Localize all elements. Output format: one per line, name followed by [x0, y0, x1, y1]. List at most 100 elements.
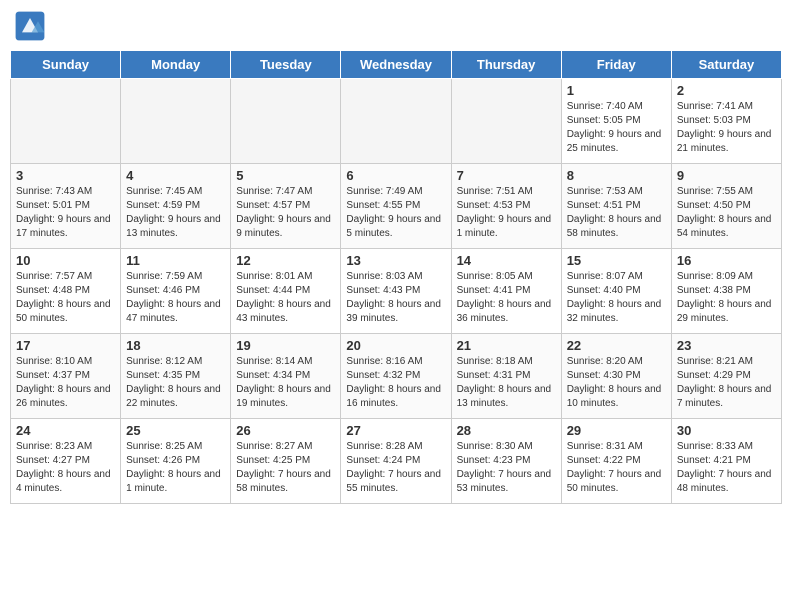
- calendar-cell: 8 Sunrise: 7:53 AM Sunset: 4:51 PM Daylig…: [561, 164, 671, 249]
- day-info: Sunrise: 7:45 AM Sunset: 4:59 PM Dayligh…: [126, 185, 225, 241]
- day-info: Sunrise: 7:41 AM Sunset: 5:03 PM Dayligh…: [677, 100, 776, 156]
- day-number: 27: [346, 423, 445, 438]
- day-info: Sunrise: 7:53 AM Sunset: 4:51 PM Dayligh…: [567, 185, 666, 241]
- day-number: 17: [16, 338, 115, 353]
- day-info: Sunrise: 8:01 AM Sunset: 4:44 PM Dayligh…: [236, 270, 335, 326]
- calendar-cell: 2 Sunrise: 7:41 AM Sunset: 5:03 PM Daylig…: [671, 79, 781, 164]
- day-number: 12: [236, 253, 335, 268]
- day-info: Sunrise: 8:09 AM Sunset: 4:38 PM Dayligh…: [677, 270, 776, 326]
- day-number: 15: [567, 253, 666, 268]
- day-number: 3: [16, 168, 115, 183]
- day-info: Sunrise: 7:47 AM Sunset: 4:57 PM Dayligh…: [236, 185, 335, 241]
- day-info: Sunrise: 8:31 AM Sunset: 4:22 PM Dayligh…: [567, 440, 666, 496]
- calendar-cell: 22 Sunrise: 8:20 AM Sunset: 4:30 PM Dayli…: [561, 334, 671, 419]
- logo: [14, 10, 50, 42]
- day-number: 18: [126, 338, 225, 353]
- day-number: 7: [457, 168, 556, 183]
- day-info: Sunrise: 7:40 AM Sunset: 5:05 PM Dayligh…: [567, 100, 666, 156]
- day-info: Sunrise: 7:57 AM Sunset: 4:48 PM Dayligh…: [16, 270, 115, 326]
- day-info: Sunrise: 8:05 AM Sunset: 4:41 PM Dayligh…: [457, 270, 556, 326]
- day-number: 10: [16, 253, 115, 268]
- calendar-cell: 24 Sunrise: 8:23 AM Sunset: 4:27 PM Dayli…: [11, 419, 121, 504]
- day-number: 6: [346, 168, 445, 183]
- week-row-1: 1 Sunrise: 7:40 AM Sunset: 5:05 PM Daylig…: [11, 79, 782, 164]
- calendar-cell: [451, 79, 561, 164]
- calendar-cell: 1 Sunrise: 7:40 AM Sunset: 5:05 PM Daylig…: [561, 79, 671, 164]
- day-header-tuesday: Tuesday: [231, 51, 341, 79]
- day-header-saturday: Saturday: [671, 51, 781, 79]
- calendar-cell: 15 Sunrise: 8:07 AM Sunset: 4:40 PM Dayli…: [561, 249, 671, 334]
- day-info: Sunrise: 7:49 AM Sunset: 4:55 PM Dayligh…: [346, 185, 445, 241]
- day-info: Sunrise: 8:25 AM Sunset: 4:26 PM Dayligh…: [126, 440, 225, 496]
- day-info: Sunrise: 8:30 AM Sunset: 4:23 PM Dayligh…: [457, 440, 556, 496]
- day-info: Sunrise: 8:14 AM Sunset: 4:34 PM Dayligh…: [236, 355, 335, 411]
- day-number: 13: [346, 253, 445, 268]
- day-number: 21: [457, 338, 556, 353]
- calendar-cell: 23 Sunrise: 8:21 AM Sunset: 4:29 PM Dayli…: [671, 334, 781, 419]
- calendar-cell: [341, 79, 451, 164]
- day-header-wednesday: Wednesday: [341, 51, 451, 79]
- day-number: 26: [236, 423, 335, 438]
- calendar-cell: 30 Sunrise: 8:33 AM Sunset: 4:21 PM Dayli…: [671, 419, 781, 504]
- day-info: Sunrise: 8:20 AM Sunset: 4:30 PM Dayligh…: [567, 355, 666, 411]
- calendar-cell: [11, 79, 121, 164]
- calendar-cell: 27 Sunrise: 8:28 AM Sunset: 4:24 PM Dayli…: [341, 419, 451, 504]
- day-number: 14: [457, 253, 556, 268]
- calendar-cell: 11 Sunrise: 7:59 AM Sunset: 4:46 PM Dayli…: [121, 249, 231, 334]
- day-number: 2: [677, 83, 776, 98]
- day-number: 19: [236, 338, 335, 353]
- day-info: Sunrise: 7:59 AM Sunset: 4:46 PM Dayligh…: [126, 270, 225, 326]
- day-info: Sunrise: 8:16 AM Sunset: 4:32 PM Dayligh…: [346, 355, 445, 411]
- day-number: 1: [567, 83, 666, 98]
- day-number: 30: [677, 423, 776, 438]
- logo-icon: [14, 10, 46, 42]
- day-info: Sunrise: 8:07 AM Sunset: 4:40 PM Dayligh…: [567, 270, 666, 326]
- day-info: Sunrise: 8:12 AM Sunset: 4:35 PM Dayligh…: [126, 355, 225, 411]
- calendar-cell: 25 Sunrise: 8:25 AM Sunset: 4:26 PM Dayli…: [121, 419, 231, 504]
- calendar-cell: 16 Sunrise: 8:09 AM Sunset: 4:38 PM Dayli…: [671, 249, 781, 334]
- calendar-cell: 4Sunrise: 7:45 AM Sunset: 4:59 PM Daylig…: [121, 164, 231, 249]
- calendar-cell: 5 Sunrise: 7:47 AM Sunset: 4:57 PM Daylig…: [231, 164, 341, 249]
- calendar-cell: 29 Sunrise: 8:31 AM Sunset: 4:22 PM Dayli…: [561, 419, 671, 504]
- day-number: 20: [346, 338, 445, 353]
- day-info: Sunrise: 8:27 AM Sunset: 4:25 PM Dayligh…: [236, 440, 335, 496]
- day-number: 29: [567, 423, 666, 438]
- calendar-cell: 13 Sunrise: 8:03 AM Sunset: 4:43 PM Dayli…: [341, 249, 451, 334]
- day-info: Sunrise: 8:10 AM Sunset: 4:37 PM Dayligh…: [16, 355, 115, 411]
- week-row-2: 3Sunrise: 7:43 AM Sunset: 5:01 PM Daylig…: [11, 164, 782, 249]
- calendar-cell: [231, 79, 341, 164]
- day-number: 8: [567, 168, 666, 183]
- day-number: 28: [457, 423, 556, 438]
- day-info: Sunrise: 7:51 AM Sunset: 4:53 PM Dayligh…: [457, 185, 556, 241]
- day-header-friday: Friday: [561, 51, 671, 79]
- page-header: [10, 10, 782, 42]
- day-info: Sunrise: 8:28 AM Sunset: 4:24 PM Dayligh…: [346, 440, 445, 496]
- calendar-cell: 28 Sunrise: 8:30 AM Sunset: 4:23 PM Dayli…: [451, 419, 561, 504]
- calendar-cell: 17 Sunrise: 8:10 AM Sunset: 4:37 PM Dayli…: [11, 334, 121, 419]
- day-number: 11: [126, 253, 225, 268]
- day-number: 23: [677, 338, 776, 353]
- calendar-cell: 3Sunrise: 7:43 AM Sunset: 5:01 PM Daylig…: [11, 164, 121, 249]
- calendar-cell: 9Sunrise: 7:55 AM Sunset: 4:50 PM Daylig…: [671, 164, 781, 249]
- calendar-cell: 10 Sunrise: 7:57 AM Sunset: 4:48 PM Dayli…: [11, 249, 121, 334]
- day-number: 25: [126, 423, 225, 438]
- day-info: Sunrise: 8:03 AM Sunset: 4:43 PM Dayligh…: [346, 270, 445, 326]
- calendar-cell: [121, 79, 231, 164]
- day-info: Sunrise: 8:33 AM Sunset: 4:21 PM Dayligh…: [677, 440, 776, 496]
- day-info: Sunrise: 8:23 AM Sunset: 4:27 PM Dayligh…: [16, 440, 115, 496]
- calendar-cell: 12 Sunrise: 8:01 AM Sunset: 4:44 PM Dayli…: [231, 249, 341, 334]
- calendar-cell: 6 Sunrise: 7:49 AM Sunset: 4:55 PM Daylig…: [341, 164, 451, 249]
- day-number: 22: [567, 338, 666, 353]
- day-number: 5: [236, 168, 335, 183]
- day-info: Sunrise: 8:21 AM Sunset: 4:29 PM Dayligh…: [677, 355, 776, 411]
- calendar-cell: 14 Sunrise: 8:05 AM Sunset: 4:41 PM Dayli…: [451, 249, 561, 334]
- calendar-cell: 18 Sunrise: 8:12 AM Sunset: 4:35 PM Dayli…: [121, 334, 231, 419]
- day-info: Sunrise: 7:55 AM Sunset: 4:50 PM Dayligh…: [677, 185, 776, 241]
- week-row-3: 10 Sunrise: 7:57 AM Sunset: 4:48 PM Dayli…: [11, 249, 782, 334]
- day-header-sunday: Sunday: [11, 51, 121, 79]
- week-row-4: 17 Sunrise: 8:10 AM Sunset: 4:37 PM Dayli…: [11, 334, 782, 419]
- day-header-monday: Monday: [121, 51, 231, 79]
- calendar-table: SundayMondayTuesdayWednesdayThursdayFrid…: [10, 50, 782, 504]
- day-number: 16: [677, 253, 776, 268]
- day-number: 24: [16, 423, 115, 438]
